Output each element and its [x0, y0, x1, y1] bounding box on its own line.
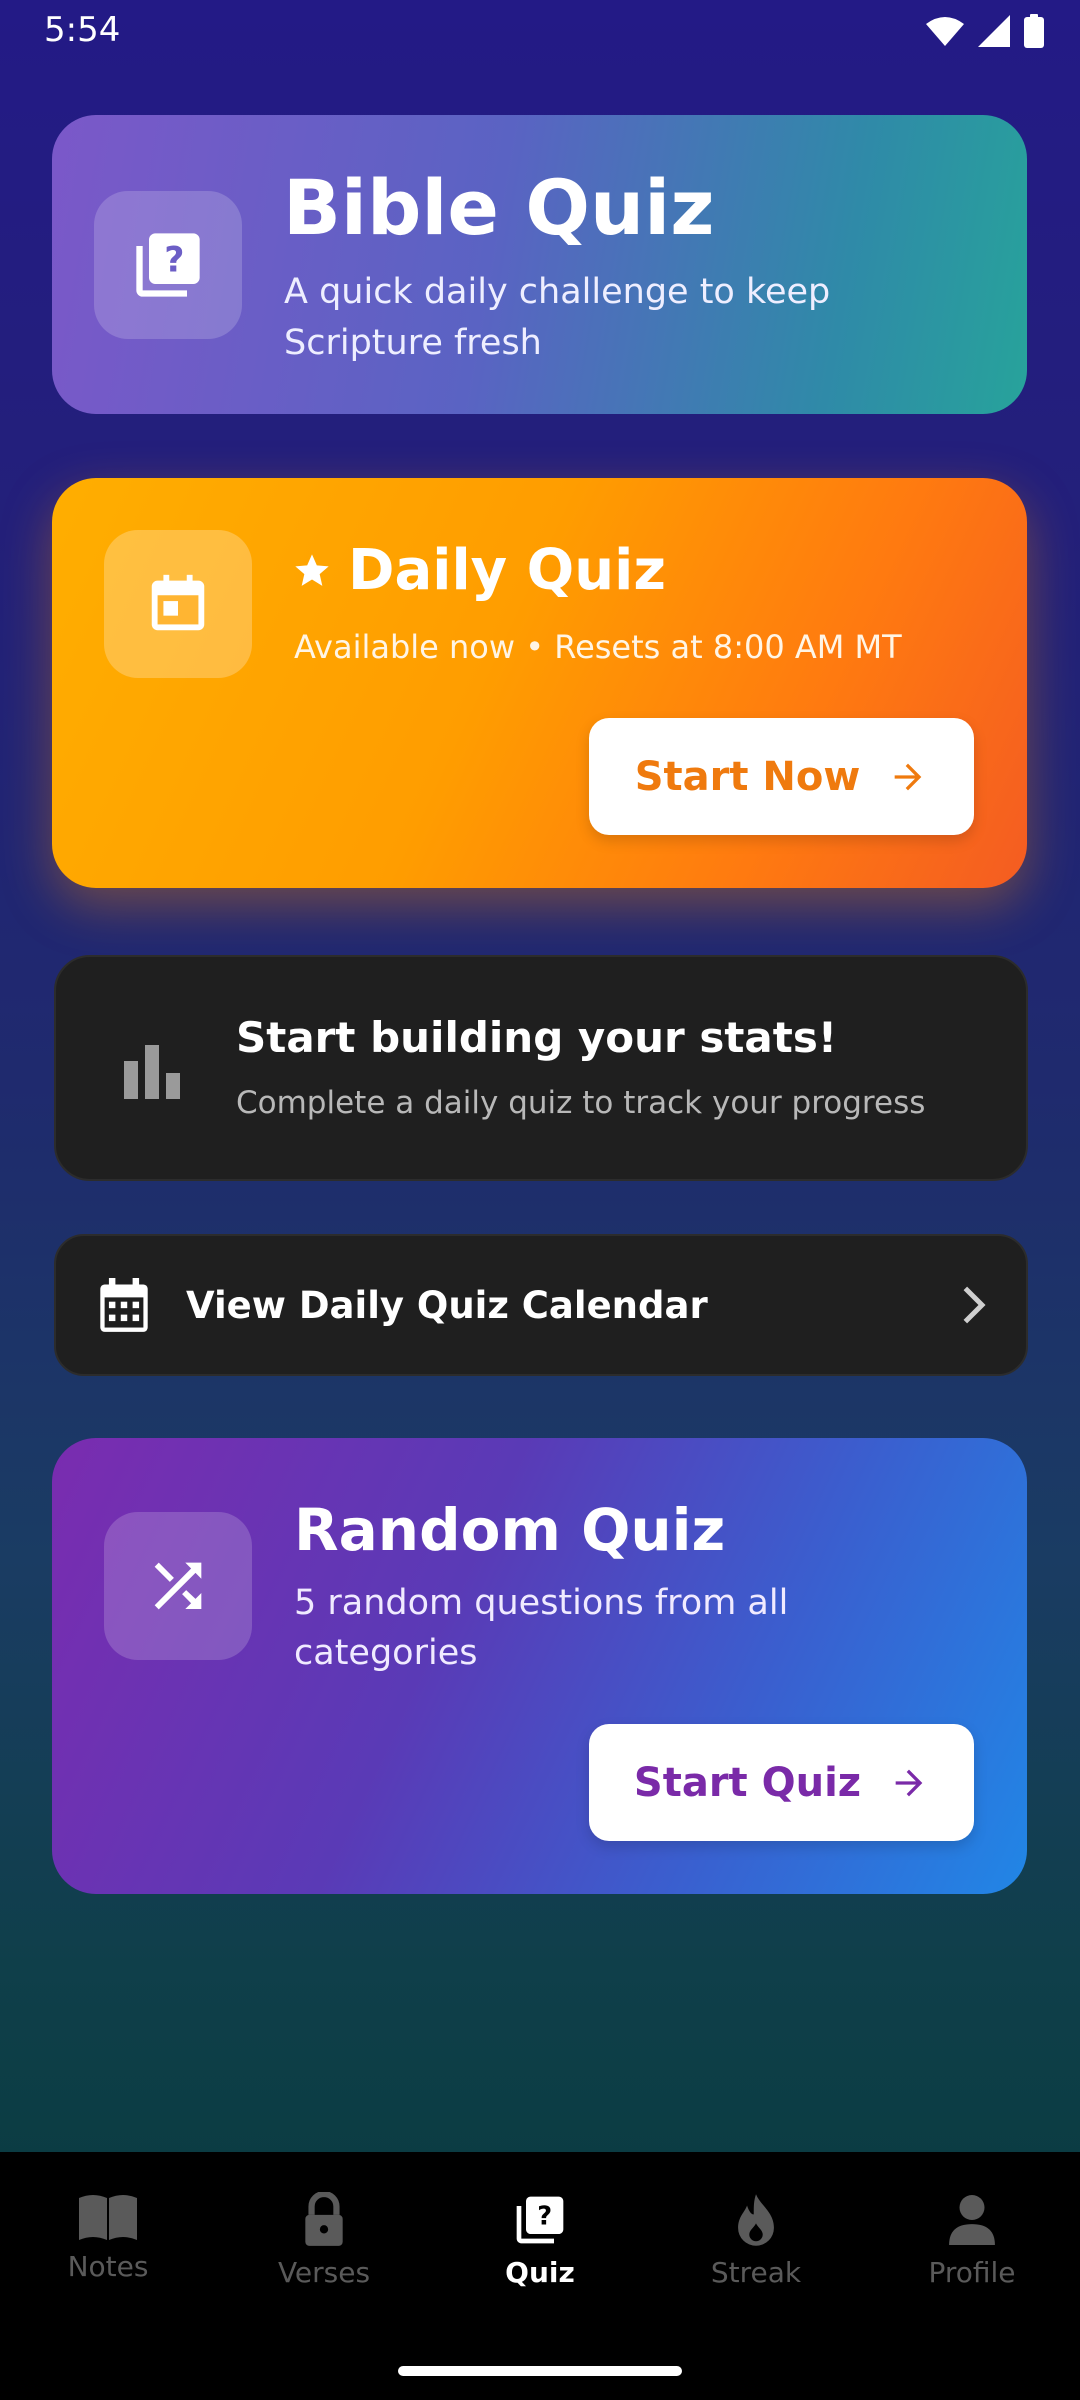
- nav-item-profile[interactable]: Profile: [872, 2192, 1072, 2289]
- nav-item-quiz[interactable]: ? Quiz: [440, 2192, 640, 2289]
- random-quiz-subtitle: 5 random questions from all categories: [294, 1583, 789, 1673]
- nav-label-streak: Streak: [710, 2256, 802, 2289]
- status-time: 5:54: [44, 10, 121, 50]
- start-quiz-label: Start Quiz: [633, 1759, 862, 1806]
- flame-icon: [738, 2194, 774, 2246]
- star-icon: [295, 553, 329, 586]
- stats-title: Start building your stats!: [236, 1013, 838, 1062]
- arrow-right-icon: [894, 763, 922, 790]
- nav-label-verses: Verses: [277, 2256, 371, 2289]
- start-quiz-button[interactable]: Start Quiz: [589, 1724, 974, 1841]
- status-icons: [926, 14, 1044, 48]
- shuffle-icon: [104, 1512, 252, 1660]
- home-indicator[interactable]: [398, 2366, 682, 2376]
- person-icon: [949, 2195, 995, 2245]
- wifi-icon: [926, 17, 964, 46]
- view-calendar-label: View Daily Quiz Calendar: [186, 1284, 708, 1327]
- header-card: ? Bible Quiz A quick daily challenge to …: [52, 115, 1027, 414]
- quiz-icon: ?: [516, 2196, 564, 2244]
- start-now-label: Start Now: [634, 753, 861, 800]
- arrow-right-icon: [895, 1769, 923, 1796]
- nav-item-notes[interactable]: Notes: [8, 2192, 208, 2283]
- random-quiz-card[interactable]: Random Quiz 5 random questions from all …: [52, 1438, 1027, 1894]
- view-calendar-button[interactable]: View Daily Quiz Calendar: [54, 1234, 1028, 1376]
- nav-item-streak[interactable]: Streak: [656, 2192, 856, 2289]
- battery-icon: [1024, 14, 1044, 48]
- lock-icon: [305, 2192, 343, 2246]
- daily-quiz-title: Daily Quiz: [292, 538, 666, 603]
- start-now-button[interactable]: Start Now: [589, 718, 974, 835]
- chevron-right-icon: [963, 1286, 986, 1324]
- stats-card: Start building your stats! Complete a da…: [54, 955, 1028, 1181]
- quiz-icon: ?: [94, 191, 242, 339]
- calendar-grid-icon: [100, 1278, 148, 1332]
- daily-quiz-card[interactable]: Daily Quiz Available now • Resets at 8:0…: [52, 478, 1027, 888]
- bar-chart-icon: [124, 1045, 180, 1099]
- signal-icon: [978, 15, 1010, 47]
- status-bar: 5:54: [0, 0, 1080, 64]
- random-quiz-title: Random Quiz: [294, 1496, 726, 1564]
- daily-quiz-title-text: Daily Quiz: [348, 538, 666, 603]
- bottom-nav: Notes Verses ? Quiz Streak Profile: [0, 2152, 1080, 2400]
- nav-item-verses[interactable]: Verses: [224, 2192, 424, 2289]
- calendar-icon: [104, 530, 252, 678]
- stats-subtitle: Complete a daily quiz to track your prog…: [236, 1085, 926, 1121]
- svg-text:?: ?: [164, 240, 184, 280]
- nav-label-notes: Notes: [67, 2250, 149, 2283]
- page-title: Bible Quiz: [283, 163, 715, 252]
- page-subtitle: A quick daily challenge to keep Scriptur…: [284, 272, 831, 363]
- nav-label-profile: Profile: [928, 2256, 1016, 2289]
- nav-label-quiz: Quiz: [505, 2256, 575, 2289]
- book-icon: [79, 2195, 137, 2240]
- daily-quiz-subtitle: Available now • Resets at 8:00 AM MT: [294, 628, 902, 666]
- svg-text:?: ?: [537, 2202, 552, 2232]
